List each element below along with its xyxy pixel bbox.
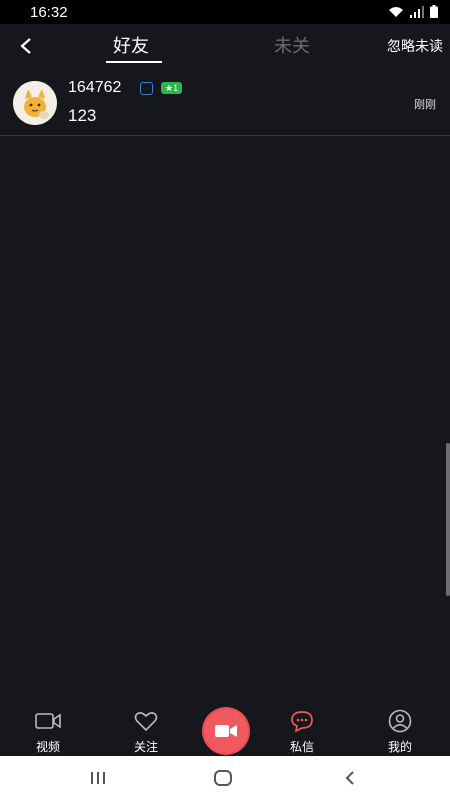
scrollbar[interactable] xyxy=(446,443,450,596)
nav-messages[interactable]: 私信 xyxy=(272,708,332,755)
wifi-icon xyxy=(388,3,404,22)
recents-button[interactable] xyxy=(86,766,110,790)
nav-follow[interactable]: 关注 xyxy=(116,708,176,755)
back-arrow-icon xyxy=(345,771,354,785)
nav-mine-label: 我的 xyxy=(387,740,412,754)
conversation-item[interactable]: 164762 ★1 123 刚刚 xyxy=(0,70,450,136)
record-camera-icon xyxy=(215,725,237,737)
heart-icon xyxy=(134,712,158,732)
nav-video[interactable]: 视频 xyxy=(18,708,78,755)
camera-badge-icon xyxy=(140,82,153,95)
status-bar: 16:32 xyxy=(0,0,450,24)
ignore-unread-button[interactable]: 忽略未读 xyxy=(387,36,443,56)
level-badge: ★1 xyxy=(161,82,183,94)
nav-mine[interactable]: 我的 xyxy=(370,708,430,755)
last-message: 123 xyxy=(68,106,97,125)
user-profile-icon xyxy=(388,709,412,733)
system-nav-bar xyxy=(0,756,450,800)
bottom-nav: 视频 关注 私信 我的 xyxy=(0,704,450,756)
nav-messages-label: 私信 xyxy=(289,740,314,754)
video-camera-icon xyxy=(35,713,61,729)
cat-avatar-icon xyxy=(13,81,57,125)
screen: 16:32 好友 未关 忽略未读 164762 ★1 123 刚刚 视频 关注 … xyxy=(0,0,450,800)
back-button[interactable] xyxy=(12,32,40,60)
active-tab-indicator xyxy=(106,61,162,63)
recents-icon xyxy=(91,772,105,784)
home-icon xyxy=(214,770,232,786)
nav-follow-label: 关注 xyxy=(133,740,158,754)
header: 好友 未关 忽略未读 xyxy=(0,24,450,68)
signal-icon xyxy=(410,3,424,22)
nav-video-label: 视频 xyxy=(35,740,60,754)
status-time: 16:32 xyxy=(30,3,68,21)
home-button[interactable] xyxy=(211,766,235,790)
status-icons xyxy=(388,3,438,22)
message-time: 刚刚 xyxy=(414,98,436,111)
battery-icon xyxy=(430,3,438,22)
record-button[interactable] xyxy=(204,709,248,753)
system-back-button[interactable] xyxy=(338,766,362,790)
tab-friends[interactable]: 好友 xyxy=(113,32,149,58)
chevron-left-icon xyxy=(20,38,31,54)
tab-unfollowed[interactable]: 未关 xyxy=(274,32,310,58)
avatar[interactable] xyxy=(13,81,57,125)
chat-bubble-icon xyxy=(291,711,313,732)
contact-name: 164762 xyxy=(68,79,122,96)
